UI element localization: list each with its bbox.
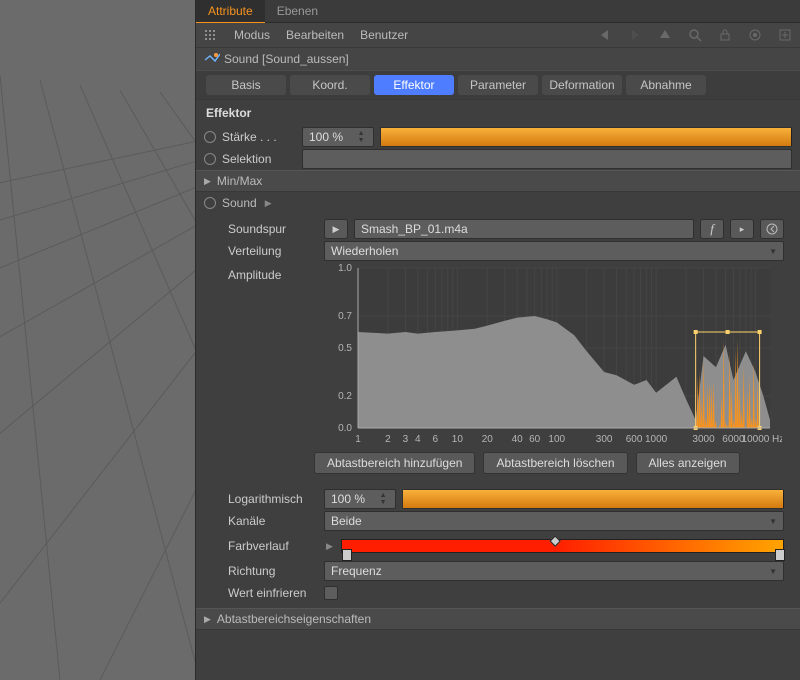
svg-text:40: 40 [512,434,524,445]
nav-up-icon[interactable] [658,28,672,42]
panel-tabs: Attribute Ebenen [196,0,800,23]
anim-dot[interactable] [204,153,216,165]
collapsible-sampleprops[interactable]: ▶ Abtastbereichseigenschaften [196,608,800,630]
gradient-editor[interactable] [341,539,784,553]
strength-input[interactable]: 100 %▲▼ [302,127,374,147]
subtab-basis[interactable]: Basis [206,75,286,95]
chevron-right-icon: ▶ [204,614,211,625]
attribute-body: Effektor Stärke . . . 100 %▲▼ Selektion … [196,100,800,680]
freeze-checkbox[interactable] [324,586,338,600]
svg-text:1: 1 [355,434,361,445]
subtab-effektor[interactable]: Effektor [374,75,454,95]
svg-text:600: 600 [626,434,643,445]
distribution-label: Verteilung [228,244,318,258]
row-log: Logarithmisch 100 %▲▼ [204,488,792,510]
svg-text:3000: 3000 [692,434,715,445]
subtab-parameter[interactable]: Parameter [458,75,538,95]
toolbar-user[interactable]: Benutzer [360,28,408,42]
svg-text:3: 3 [403,434,409,445]
strength-label: Stärke . . . [222,130,296,144]
toolbar-mode[interactable]: Modus [234,28,270,42]
fcurve-button[interactable]: f [700,219,724,239]
svg-text:Hz: Hz [772,434,782,445]
strength-slider[interactable] [380,127,792,147]
play-button[interactable]: ▶ [324,219,348,239]
chevron-right-icon: ▶ [326,541,333,552]
menu-icon[interactable] [204,29,218,41]
svg-text:10: 10 [452,434,464,445]
row-strength: Stärke . . . 100 %▲▼ [196,126,800,148]
channels-label: Kanäle [228,514,318,528]
soundtrack-label: Soundspur [228,222,318,236]
row-freeze: Wert einfrieren [204,582,792,604]
svg-text:0.5: 0.5 [338,343,352,354]
subtab-abnahme[interactable]: Abnahme [626,75,706,95]
log-label: Logarithmisch [228,492,318,506]
row-soundtrack: Soundspur ▶ Smash_BP_01.m4a f ▸ [204,218,792,240]
svg-text:6: 6 [433,434,439,445]
nav-back-icon[interactable] [598,28,612,42]
channels-dropdown[interactable]: Beide▼ [324,511,784,531]
subtab-deformation[interactable]: Deformation [542,75,622,95]
nav-fwd-icon[interactable] [628,28,642,42]
log-input[interactable]: 100 %▲▼ [324,489,396,509]
minmax-label: Min/Max [217,174,262,188]
direction-label: Richtung [228,564,318,578]
anim-dot[interactable] [204,131,216,143]
section-title: Effektor [196,100,800,126]
sound-header: Sound [222,196,257,210]
svg-text:1.0: 1.0 [338,263,352,274]
row-sound-header: Sound ▶ [196,192,800,214]
svg-text:0.2: 0.2 [338,391,352,402]
anim-dot[interactable] [204,197,216,209]
sound-object-icon [204,52,218,66]
svg-text:4: 4 [415,434,421,445]
browse-button[interactable] [760,219,784,239]
svg-text:0.0: 0.0 [338,423,352,434]
direction-dropdown[interactable]: Frequenz▼ [324,561,784,581]
row-gradient: Farbverlauf ▶ [204,532,792,560]
toolbar-edit[interactable]: Bearbeiten [286,28,344,42]
svg-text:10000: 10000 [742,434,770,445]
attribute-panel: Attribute Ebenen Modus Bearbeiten Benutz… [195,0,800,680]
tab-attribute[interactable]: Attribute [196,0,265,23]
row-distribution: Verteilung Wiederholen▼ [204,240,792,262]
spectrum-chart[interactable]: 0.00.20.50.71.01234610204060100300600100… [322,262,782,442]
soundtrack-field[interactable]: Smash_BP_01.m4a [354,219,694,239]
object-row: Sound [Sound_aussen] [196,48,800,70]
search-icon[interactable] [688,28,702,42]
svg-text:1000: 1000 [645,434,668,445]
lock-icon[interactable] [718,28,732,42]
row-selection: Selektion [196,148,800,170]
link-button[interactable]: ▸ [730,219,754,239]
distribution-dropdown[interactable]: Wiederholen▼ [324,241,784,261]
collapsible-minmax[interactable]: ▶ Min/Max [196,170,800,192]
gradient-label: Farbverlauf [228,539,318,553]
panel-toolbar: Modus Bearbeiten Benutzer [196,23,800,48]
viewport-3d[interactable] [0,0,195,680]
chevron-right-icon: ▶ [204,176,211,187]
object-name: Sound [Sound_aussen] [224,52,349,66]
row-channels: Kanäle Beide▼ [204,510,792,532]
svg-text:2: 2 [385,434,391,445]
svg-text:100: 100 [548,434,565,445]
subtab-koord[interactable]: Koord. [290,75,370,95]
sampleprops-label: Abtastbereichseigenschaften [217,612,371,626]
target-icon[interactable] [748,28,762,42]
svg-text:20: 20 [482,434,494,445]
subtab-bar: Basis Koord. Effektor Parameter Deformat… [196,70,800,100]
freeze-label: Wert einfrieren [228,586,318,600]
amplitude-label: Amplitude [204,262,322,442]
svg-text:0.7: 0.7 [338,311,352,322]
selection-label: Selektion [222,152,296,166]
svg-text:60: 60 [529,434,541,445]
log-slider[interactable] [402,489,784,509]
chevron-right-icon: ▶ [265,198,272,209]
new-panel-icon[interactable] [778,28,792,42]
row-direction: Richtung Frequenz▼ [204,560,792,582]
svg-text:300: 300 [596,434,613,445]
selection-field[interactable] [302,149,792,169]
tab-layers[interactable]: Ebenen [265,0,330,22]
